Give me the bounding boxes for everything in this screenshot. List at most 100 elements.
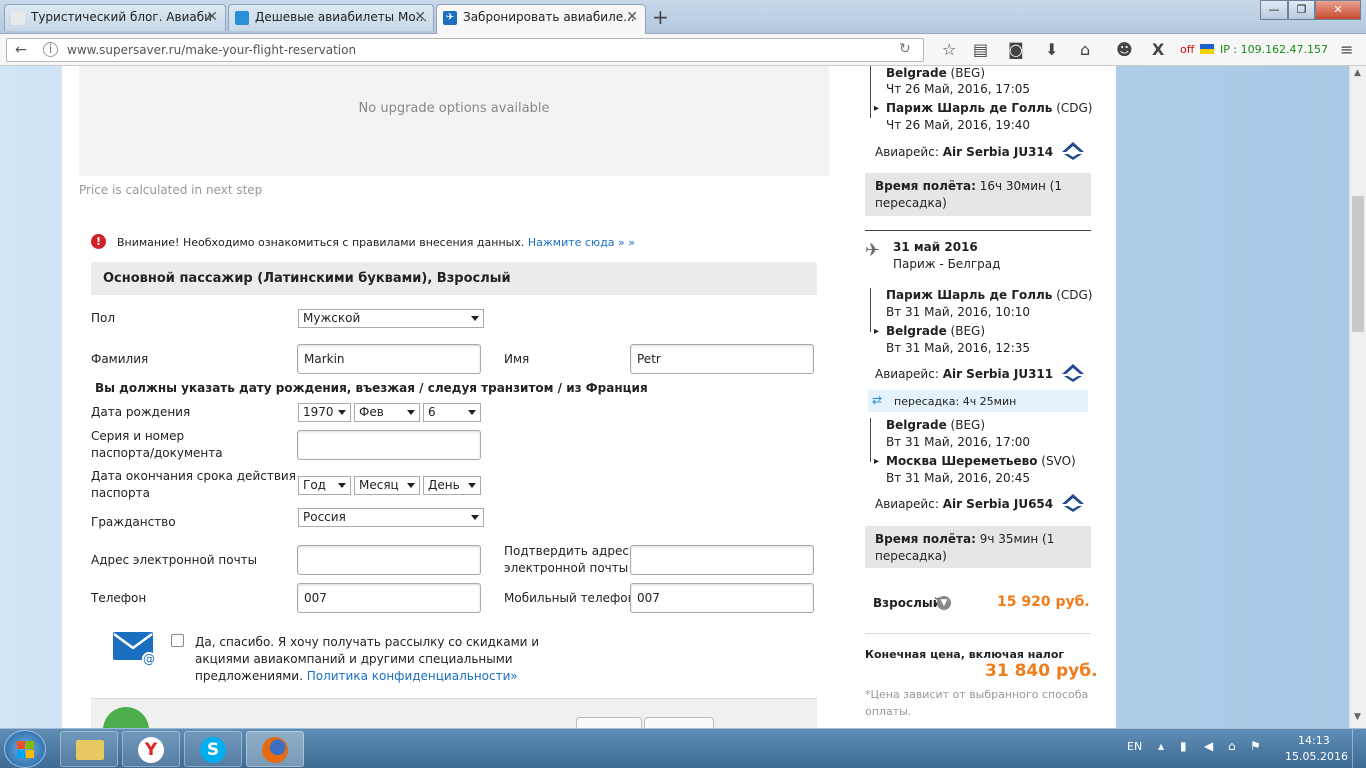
dob-month-select[interactable]: Фев (354, 403, 420, 422)
scrollbar-thumb[interactable] (1352, 196, 1364, 332)
minimize-button[interactable]: — (1260, 0, 1288, 20)
page-scrollbar[interactable]: ▲ ▼ (1349, 66, 1366, 728)
price-note-sidebar-line2: оплаты. (865, 705, 912, 718)
dob-day-value: 6 (428, 405, 436, 419)
arrow-icon: ▸ (874, 103, 880, 114)
back-icon[interactable]: ← (15, 42, 27, 58)
seg3-from-code: (BEG) (946, 418, 986, 432)
clock-date[interactable]: 15.05.2016 (1285, 750, 1348, 763)
passport-label-line2: паспорта/документа (91, 446, 223, 460)
citizenship-label: Гражданство (91, 515, 176, 529)
language-indicator[interactable]: EN (1127, 740, 1142, 753)
privacy-policy-link[interactable]: Политика конфиденциальности» (307, 669, 518, 683)
email-input[interactable] (297, 545, 481, 575)
scroll-up-icon[interactable]: ▲ (1354, 68, 1361, 78)
close-window-button[interactable]: ✕ (1315, 0, 1361, 20)
gender-label: Пол (91, 311, 116, 325)
expiry-year-select[interactable]: Год (298, 476, 351, 495)
tab-travel-blog[interactable]: Туристический блог. Авиаби ✕ (4, 4, 226, 31)
expiry-month-select[interactable]: Месяц (354, 476, 420, 495)
url-text[interactable]: www.supersaver.ru/make-your-flight-reser… (67, 43, 356, 57)
gender-select[interactable]: Мужской (298, 309, 484, 328)
skype-taskbar-button[interactable]: S (184, 731, 242, 767)
plane-favicon: ✈ (443, 11, 457, 25)
adult-price-row[interactable]: Взрослый ▼ 15 920 руб. (865, 574, 1091, 634)
yandex-taskbar-button[interactable]: Y (122, 731, 180, 767)
itinerary-sidebar: Belgrade (BEG) Чт 26 Май, 2016, 17:05 ▸ … (865, 66, 1098, 728)
seg2-to: Belgrade (BEG) (886, 324, 985, 339)
action-center-icon[interactable]: ⚑ (1250, 739, 1261, 753)
phone-input[interactable]: 007 (297, 583, 481, 613)
seg1-from-time: Чт 26 Май, 2016, 17:05 (886, 82, 1030, 96)
newsletter-text-line2: акциями авиакомпаний и другими специальн… (195, 652, 513, 666)
duration-label: Время полёта: (875, 179, 976, 193)
route-line (870, 418, 871, 462)
chevron-down-icon[interactable]: ▼ (937, 596, 951, 610)
download-icon[interactable]: ⬇ (1045, 41, 1058, 59)
browser-tab-bar: Туристический блог. Авиаби ✕ Дешевые ави… (0, 0, 1366, 34)
price-note: Price is calculated in next step (79, 183, 263, 197)
firstname-input[interactable]: Petr (630, 344, 814, 374)
show-desktop-button[interactable] (1352, 729, 1366, 768)
return-route: Париж - Белград (893, 257, 1001, 271)
seg2-flight: Авиарейс: Air Serbia JU311 (875, 367, 1053, 382)
newsletter-checkbox[interactable] (171, 634, 184, 647)
bookmark-star-icon[interactable]: ☆ (942, 41, 956, 59)
mobile-input[interactable]: 007 (630, 583, 814, 613)
seg1-to-code: (CDG) (1052, 101, 1093, 115)
dropdown-arrow-icon (468, 410, 476, 415)
adult-label: Взрослый (873, 596, 942, 610)
email-confirm-input[interactable] (630, 545, 814, 575)
maximize-button[interactable]: ❐ (1288, 0, 1315, 20)
close-icon[interactable]: ✕ (626, 5, 638, 30)
dropdown-arrow-icon (471, 316, 479, 321)
citizenship-select[interactable]: Россия (298, 508, 484, 527)
email-confirm-label-line2: электронной почты (504, 561, 629, 575)
dob-day-select[interactable]: 6 (423, 403, 481, 422)
start-button[interactable] (4, 730, 46, 768)
network-icon[interactable]: ▮ (1180, 739, 1187, 753)
home-icon[interactable]: ⌂ (1080, 41, 1090, 59)
emoji-icon[interactable]: ☻ (1116, 41, 1133, 59)
final-price: 31 840 руб. (985, 661, 1098, 681)
info-icon[interactable]: i (43, 42, 58, 57)
duration-value: 16ч 30мин (1 (975, 179, 1062, 193)
close-icon[interactable]: ✕ (414, 5, 426, 30)
firefox-taskbar-button[interactable] (246, 731, 304, 767)
tray-arrow-icon[interactable]: ▴ (1158, 739, 1164, 753)
rules-link[interactable]: Нажмите сюда » » (528, 236, 635, 249)
close-icon[interactable]: ✕ (206, 5, 218, 30)
passport-input[interactable] (297, 430, 481, 460)
upgrade-panel: No upgrade options available (79, 66, 829, 176)
expiry-month-value: Месяц (359, 478, 399, 492)
new-tab-button[interactable]: + (652, 5, 669, 29)
scroll-down-icon[interactable]: ▼ (1354, 712, 1361, 722)
pocket-icon[interactable]: ◙ (1008, 41, 1024, 59)
usb-icon[interactable]: ⌂ (1228, 739, 1236, 753)
flight-number: Air Serbia JU311 (942, 367, 1054, 381)
extension-x-icon[interactable]: X (1152, 41, 1164, 59)
explorer-taskbar-button[interactable] (60, 731, 118, 767)
lastname-input[interactable]: Markin (297, 344, 481, 374)
duration-value-line2: пересадка) (875, 196, 947, 210)
air-serbia-logo-icon (1062, 494, 1084, 512)
tab-booking[interactable]: ✈ Забронировать авиабиле... ✕ (436, 4, 646, 34)
reload-icon[interactable]: ↻ (899, 41, 911, 57)
menu-icon[interactable]: ≡ (1340, 41, 1353, 59)
dob-year-select[interactable]: 1970 (298, 403, 351, 422)
windows-taskbar: Y S EN ▴ ▮ ◀ ⌂ ⚑ 14:13 15.05.2016 (0, 728, 1366, 768)
tab-cheap-flights[interactable]: Дешевые авиабилеты Мо... ✕ (228, 4, 434, 31)
folder-icon (76, 740, 104, 760)
passenger-header: Основной пассажир (Латинскими буквами), … (91, 262, 817, 295)
flight-label: Авиарейс: (875, 145, 943, 159)
windows-logo-icon (17, 750, 25, 758)
vpn-off-label[interactable]: off (1180, 43, 1194, 56)
transfer-text: пересадка: 4ч 25мин (894, 395, 1017, 408)
seg1-from-code: (BEG) (946, 66, 986, 80)
firefox-icon (262, 737, 288, 763)
expiry-day-select[interactable]: День (423, 476, 481, 495)
volume-icon[interactable]: ◀ (1204, 739, 1213, 753)
address-bar[interactable]: ← i www.supersaver.ru/make-your-flight-r… (6, 38, 924, 62)
reading-list-icon[interactable]: ▤ (973, 41, 988, 59)
clock-time[interactable]: 14:13 (1298, 734, 1330, 747)
